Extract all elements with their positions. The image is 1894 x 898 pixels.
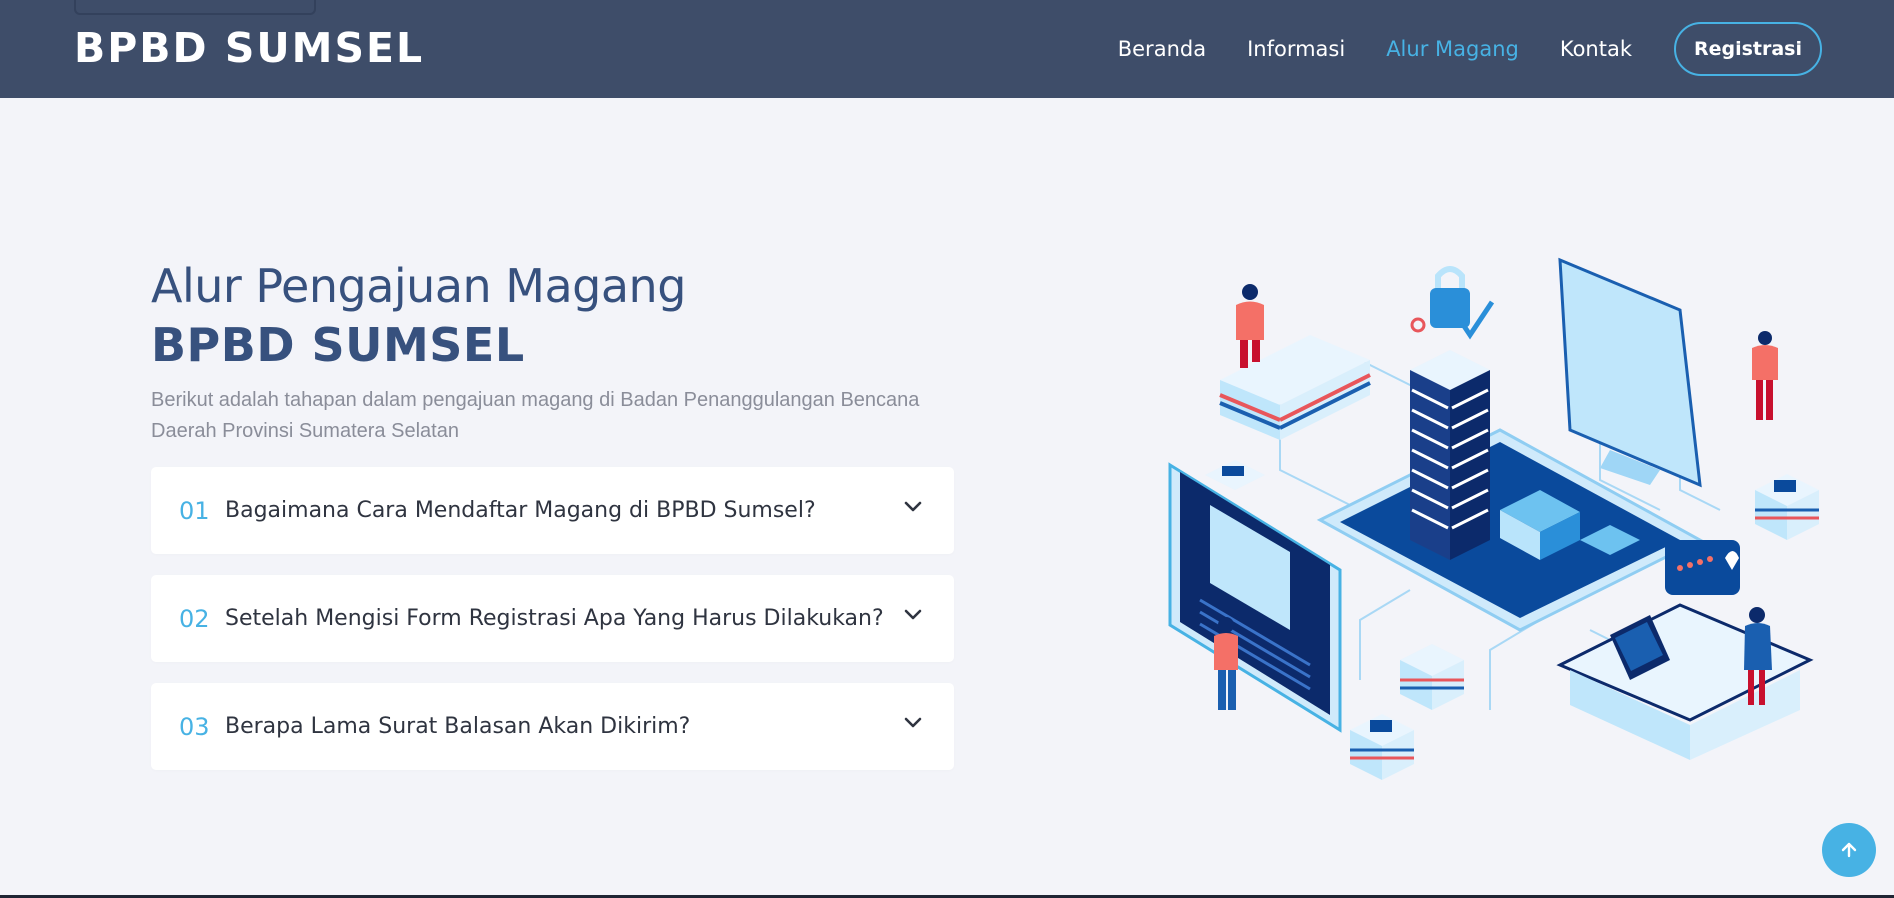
site-header: BPBD SUMSEL Beranda Informasi Alur Magan… (0, 0, 1894, 98)
nav-alur-magang[interactable]: Alur Magang (1386, 37, 1519, 61)
hero-illustration (1168, 257, 1819, 780)
site-logo[interactable]: BPBD SUMSEL (74, 24, 424, 72)
chevron-down-icon[interactable] (904, 609, 922, 621)
chevron-down-icon[interactable] (904, 501, 922, 513)
faq-item-2[interactable]: 02 Setelah Mengisi Form Registrasi Apa Y… (151, 575, 954, 662)
nav-beranda[interactable]: Beranda (1118, 37, 1206, 61)
faq-list: 01 Bagaimana Cara Mendaftar Magang di BP… (151, 467, 954, 770)
faq-number: 01 (179, 496, 210, 525)
header-ghost-frame (74, 0, 316, 15)
faq-section: Alur Pengajuan Magang BPBD SUMSEL Beriku… (151, 255, 954, 791)
register-button[interactable]: Registrasi (1674, 22, 1822, 76)
main-nav: Beranda Informasi Alur Magang Kontak Reg… (1118, 0, 1894, 98)
nav-informasi[interactable]: Informasi (1247, 37, 1345, 61)
chevron-down-icon[interactable] (904, 717, 922, 729)
faq-number: 02 (179, 604, 210, 633)
faq-item-1[interactable]: 01 Bagaimana Cara Mendaftar Magang di BP… (151, 467, 954, 554)
section-description: Berikut adalah tahapan dalam pengajuan m… (151, 389, 920, 442)
back-to-top-button[interactable] (1822, 823, 1876, 877)
faq-question: Bagaimana Cara Mendaftar Magang di BPBD … (225, 498, 816, 523)
faq-question: Berapa Lama Surat Balasan Akan Dikirim? (225, 714, 691, 739)
section-subtitle: BPBD SUMSEL (151, 318, 525, 372)
faq-number: 03 (179, 712, 210, 741)
nav-kontak[interactable]: Kontak (1560, 37, 1632, 61)
faq-question: Setelah Mengisi Form Registrasi Apa Yang… (225, 606, 884, 631)
arrow-up-icon (1841, 842, 1857, 858)
section-title: Alur Pengajuan Magang (151, 259, 686, 313)
faq-item-3[interactable]: 03 Berapa Lama Surat Balasan Akan Dikiri… (151, 683, 954, 770)
